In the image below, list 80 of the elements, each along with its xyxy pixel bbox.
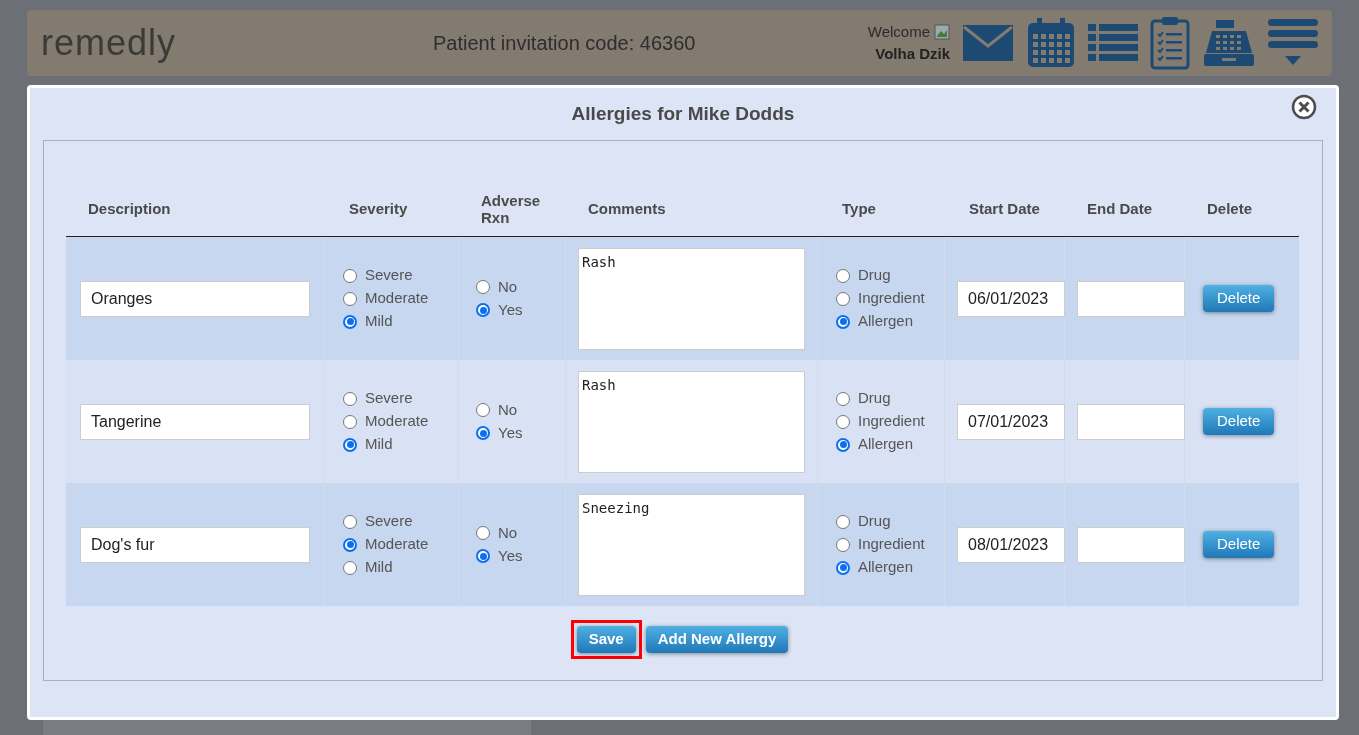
radio-button[interactable] xyxy=(343,291,357,306)
radio-label: Drug xyxy=(858,265,891,286)
column-header: Comments xyxy=(588,200,666,217)
dialog-title: Allergies for Mike Dodds xyxy=(571,101,795,126)
comments-field[interactable]: Rash xyxy=(578,247,805,350)
radio-label: Drug xyxy=(858,388,891,409)
radio-button[interactable] xyxy=(476,303,490,317)
radio-label: Ingredient xyxy=(858,288,925,309)
radio-label: Severe xyxy=(365,265,413,286)
broken-image-icon xyxy=(934,23,950,40)
column-header: Adverse Rxn xyxy=(481,191,542,226)
radio-label: Mild xyxy=(365,434,393,455)
end-date-field[interactable] xyxy=(1077,526,1185,563)
radio-button[interactable] xyxy=(476,426,490,440)
radio-button[interactable] xyxy=(343,437,357,452)
radio-label: No xyxy=(498,522,518,543)
radio-label: Mild xyxy=(365,311,393,332)
radio-button[interactable] xyxy=(476,403,490,417)
radio-button[interactable] xyxy=(836,414,850,429)
radio-label: No xyxy=(498,276,518,297)
user-name: Volha Dzik xyxy=(875,44,950,64)
column-header: Description xyxy=(88,200,171,217)
radio-button[interactable] xyxy=(836,314,850,329)
clipboard-icon[interactable] xyxy=(1150,16,1190,70)
radio-label: Moderate xyxy=(365,534,429,555)
radio-button[interactable] xyxy=(476,280,490,294)
radio-button[interactable] xyxy=(836,391,850,406)
close-icon[interactable] xyxy=(1291,94,1317,120)
end-date-field[interactable] xyxy=(1077,280,1185,317)
column-header: Start Date xyxy=(969,200,1040,217)
radio-button[interactable] xyxy=(343,537,357,552)
radio-button[interactable] xyxy=(343,391,357,406)
radio-label: Allergen xyxy=(858,434,914,455)
description-field[interactable]: Tangerine xyxy=(80,403,310,440)
radio-label: Yes xyxy=(498,299,523,320)
radio-button[interactable] xyxy=(343,268,357,283)
radio-label: Allergen xyxy=(858,557,914,578)
start-date-field[interactable]: 06/01/2023 xyxy=(957,280,1065,317)
radio-label: Yes xyxy=(498,422,523,443)
end-date-field[interactable] xyxy=(1077,403,1185,440)
radio-button[interactable] xyxy=(836,537,850,552)
welcome-text: Welcome xyxy=(867,21,930,42)
column-header: End Date xyxy=(1087,200,1152,217)
radio-button[interactable] xyxy=(343,414,357,429)
radio-button[interactable] xyxy=(836,268,850,283)
column-header: Delete xyxy=(1207,200,1253,217)
radio-label: Ingredient xyxy=(858,411,925,432)
cash-register-icon[interactable] xyxy=(1202,19,1256,67)
radio-label: Drug xyxy=(858,511,891,532)
radio-label: Moderate xyxy=(365,288,429,309)
list-icon[interactable] xyxy=(1088,23,1138,63)
radio-button[interactable] xyxy=(476,526,490,540)
radio-label: Severe xyxy=(365,388,413,409)
start-date-field[interactable]: 07/01/2023 xyxy=(957,403,1065,440)
radio-button[interactable] xyxy=(476,549,490,563)
radio-button[interactable] xyxy=(343,314,357,329)
description-field[interactable]: Dog's fur xyxy=(80,526,310,563)
radio-label: Yes xyxy=(498,545,523,566)
radio-button[interactable] xyxy=(836,437,850,452)
radio-label: No xyxy=(498,399,518,420)
column-header: Type xyxy=(842,200,876,217)
radio-button[interactable] xyxy=(836,514,850,529)
radio-label: Severe xyxy=(365,511,413,532)
radio-label: Mild xyxy=(365,557,393,578)
invitation-code: Patient invitation code: 46360 xyxy=(433,31,696,56)
comments-field[interactable]: Sneezing xyxy=(578,493,805,596)
description-field[interactable]: Oranges xyxy=(80,280,310,317)
radio-button[interactable] xyxy=(836,560,850,575)
radio-button[interactable] xyxy=(836,291,850,306)
comments-field[interactable]: Rash xyxy=(578,370,805,473)
logo: remedly xyxy=(41,21,178,65)
start-date-field[interactable]: 08/01/2023 xyxy=(957,526,1065,563)
radio-label: Allergen xyxy=(858,311,914,332)
column-header: Severity xyxy=(349,200,408,217)
radio-button[interactable] xyxy=(343,560,357,575)
radio-button[interactable] xyxy=(343,514,357,529)
radio-label: Ingredient xyxy=(858,534,925,555)
radio-label: Moderate xyxy=(365,411,429,432)
calendar-icon[interactable] xyxy=(1026,17,1076,69)
mail-icon[interactable] xyxy=(962,24,1014,62)
